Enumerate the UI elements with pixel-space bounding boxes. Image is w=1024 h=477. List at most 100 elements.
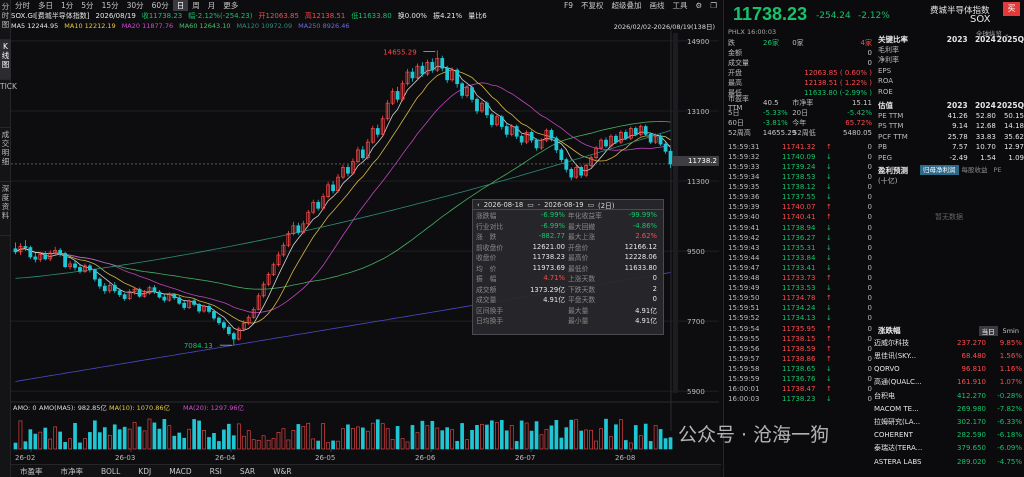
mover-pct: -6.18% <box>997 431 1022 440</box>
stat-cell: 开盘 <box>728 68 742 77</box>
vtab-tick[interactable]: TICK <box>0 80 17 128</box>
mover-row[interactable]: 高通(QUALC... 161.910 1.07% <box>874 378 1024 388</box>
volume-bar <box>58 431 62 450</box>
period-month[interactable]: 月 <box>204 0 220 11</box>
tick-price: 11738.94 <box>782 223 816 232</box>
tick-row: 15:59:33 11739.24 ↓ 0 <box>728 162 872 172</box>
draw-button[interactable]: 画线 <box>646 0 669 11</box>
period-30min[interactable]: 30分 <box>123 0 148 11</box>
candle-body <box>623 132 628 139</box>
financial-panel: 关键比率 2023 2024 2025Q 毛利率 净利率 EPS ROA ROE 估值 … <box>874 34 1024 248</box>
mover-row[interactable]: MACOM TE... 269.980 -7.82% <box>874 404 1024 414</box>
period-more[interactable]: 更多 <box>219 0 242 11</box>
tooltip-row: 日均换手 最小量 4.91亿 <box>473 315 663 326</box>
candle-body <box>172 294 177 299</box>
tick-volume: 0 <box>867 183 872 192</box>
tooltip-key: 前收盘价 <box>476 243 504 252</box>
vtab-deals[interactable]: 成交明细 <box>0 128 11 182</box>
volume-bar <box>385 428 390 450</box>
range-label: 2026/02/02-2026/08/19(138日) <box>613 23 715 31</box>
mover-row[interactable]: QORVO 96.810 1.16% <box>874 364 1024 374</box>
period-day[interactable]: 日 <box>172 0 189 11</box>
tooltip-to[interactable]: 2026-08-19 <box>544 201 584 209</box>
tick-time: 15:59:36 <box>728 193 760 202</box>
stat-row: 52周高 14655.29 52周低 5480.05 <box>728 128 872 138</box>
tooltip-from[interactable]: 2026-08-18 <box>484 201 524 209</box>
period-1min[interactable]: 1分 <box>57 0 77 11</box>
indicator-tabs: 市盈率 市净率 BOLL KDJ MACD RSI SAR W&R <box>11 464 721 477</box>
period-5min[interactable]: 5分 <box>77 0 97 11</box>
volume-bar <box>460 423 464 450</box>
candle-body <box>534 139 539 149</box>
tick-time: 15:59:57 <box>728 354 760 363</box>
mover-row[interactable]: 台积电 412.270 -0.28% <box>874 391 1024 401</box>
volume-bar <box>465 439 469 450</box>
net-profit-tab[interactable]: 归母净利润 <box>920 165 959 176</box>
mover-row[interactable]: 思佳讯(SKY... 68.480 1.56% <box>874 351 1024 361</box>
candle-body <box>231 333 236 340</box>
period-60min[interactable]: 60分 <box>148 0 173 11</box>
candle-body <box>43 254 48 260</box>
forecast-header: 盈利预测 归母净利润 每股收益 PE <box>874 165 1024 176</box>
tooltip-row: 涨 跌 -882.77 最大上涨 2.62% <box>473 231 663 242</box>
mover-row[interactable]: 拉姆研究(LA... 302.170 -6.33% <box>874 417 1024 427</box>
volume-bar <box>222 429 226 450</box>
info-date: 2026/08/19 <box>95 12 136 20</box>
tab-kdj[interactable]: KDJ <box>129 467 160 476</box>
tooltip-key: 开盘价 <box>568 243 589 252</box>
tooltip-key: 行业对比 <box>476 222 504 231</box>
volume-bar <box>470 429 474 450</box>
movers-tab-day[interactable]: 当日 <box>978 325 998 336</box>
period-multiday[interactable]: 多日 <box>34 0 57 11</box>
vtab-timeshare[interactable]: 分时图 <box>0 0 11 40</box>
candle-body <box>579 167 584 176</box>
vtab-kline[interactable]: K线图 <box>0 40 11 80</box>
period-15min[interactable]: 15分 <box>98 0 123 11</box>
settings-icon[interactable]: ⚙ <box>692 0 707 11</box>
tab-sar[interactable]: SAR <box>231 467 264 476</box>
candle-body <box>28 247 33 258</box>
volume-bar <box>574 419 579 450</box>
tick-volume: 0 <box>867 304 872 313</box>
info-turnover: 换0.00% <box>397 12 427 20</box>
buy-button[interactable]: 买 <box>1003 2 1020 16</box>
tick-arrow: ↓ <box>826 233 832 242</box>
tick-time: 15:59:39 <box>728 203 760 212</box>
tab-pe[interactable]: 市盈率 <box>11 466 52 477</box>
tab-macd[interactable]: MACD <box>160 467 200 476</box>
overlay-button[interactable]: 超级叠加 <box>608 0 646 11</box>
tab-pb[interactable]: 市净率 <box>52 466 93 477</box>
window-icon[interactable]: ❐ <box>706 0 721 11</box>
eps-tab[interactable]: 每股收益 <box>959 165 991 175</box>
mover-row[interactable]: COHERENT 282.590 -6.18% <box>874 430 1024 440</box>
movers-tab-5min[interactable]: 5min <box>998 327 1024 335</box>
adjust-button[interactable]: 不复权 <box>577 0 608 11</box>
tab-rsi[interactable]: RSI <box>201 467 231 476</box>
stat-cell: 市净率 <box>792 98 814 107</box>
candle-body <box>23 246 28 248</box>
tick-volume: 0 <box>867 142 872 151</box>
mover-row[interactable]: 泰瑞达(TERA... 379.650 -6.09% <box>874 444 1024 454</box>
tooltip-row: 涨跌幅 -6.99% 年化收益率 -99.99% <box>473 210 663 221</box>
pe-tab[interactable]: PE <box>991 165 1005 175</box>
volume-bar <box>296 424 301 450</box>
candle-body <box>137 288 142 297</box>
fin-row: PB 7.57 10.70 12.97 <box>874 142 1024 153</box>
vtab-depth[interactable]: 深度资料 <box>0 182 11 236</box>
tab-wr[interactable]: W&R <box>264 467 300 476</box>
volume-bar <box>231 435 236 450</box>
candle-body <box>445 67 450 81</box>
candle-body <box>643 126 648 135</box>
mover-row[interactable]: 迈威尔科技 237.270 9.85% <box>874 338 1024 348</box>
tab-boll[interactable]: BOLL <box>92 467 129 476</box>
stat-cell: 20日 <box>792 108 809 117</box>
candle-body <box>470 87 474 100</box>
volume-bar <box>559 437 564 450</box>
volume-bar <box>499 420 504 450</box>
mover-row[interactable]: ASTERA LABS 289.020 -4.75% <box>874 457 1024 467</box>
period-timeshare[interactable]: 分时 <box>11 0 34 11</box>
tools-button[interactable]: 工具 <box>669 0 692 11</box>
last-price: 11738.23 <box>733 4 808 24</box>
f9-button[interactable]: F9 <box>560 0 577 11</box>
period-week[interactable]: 周 <box>188 0 204 11</box>
